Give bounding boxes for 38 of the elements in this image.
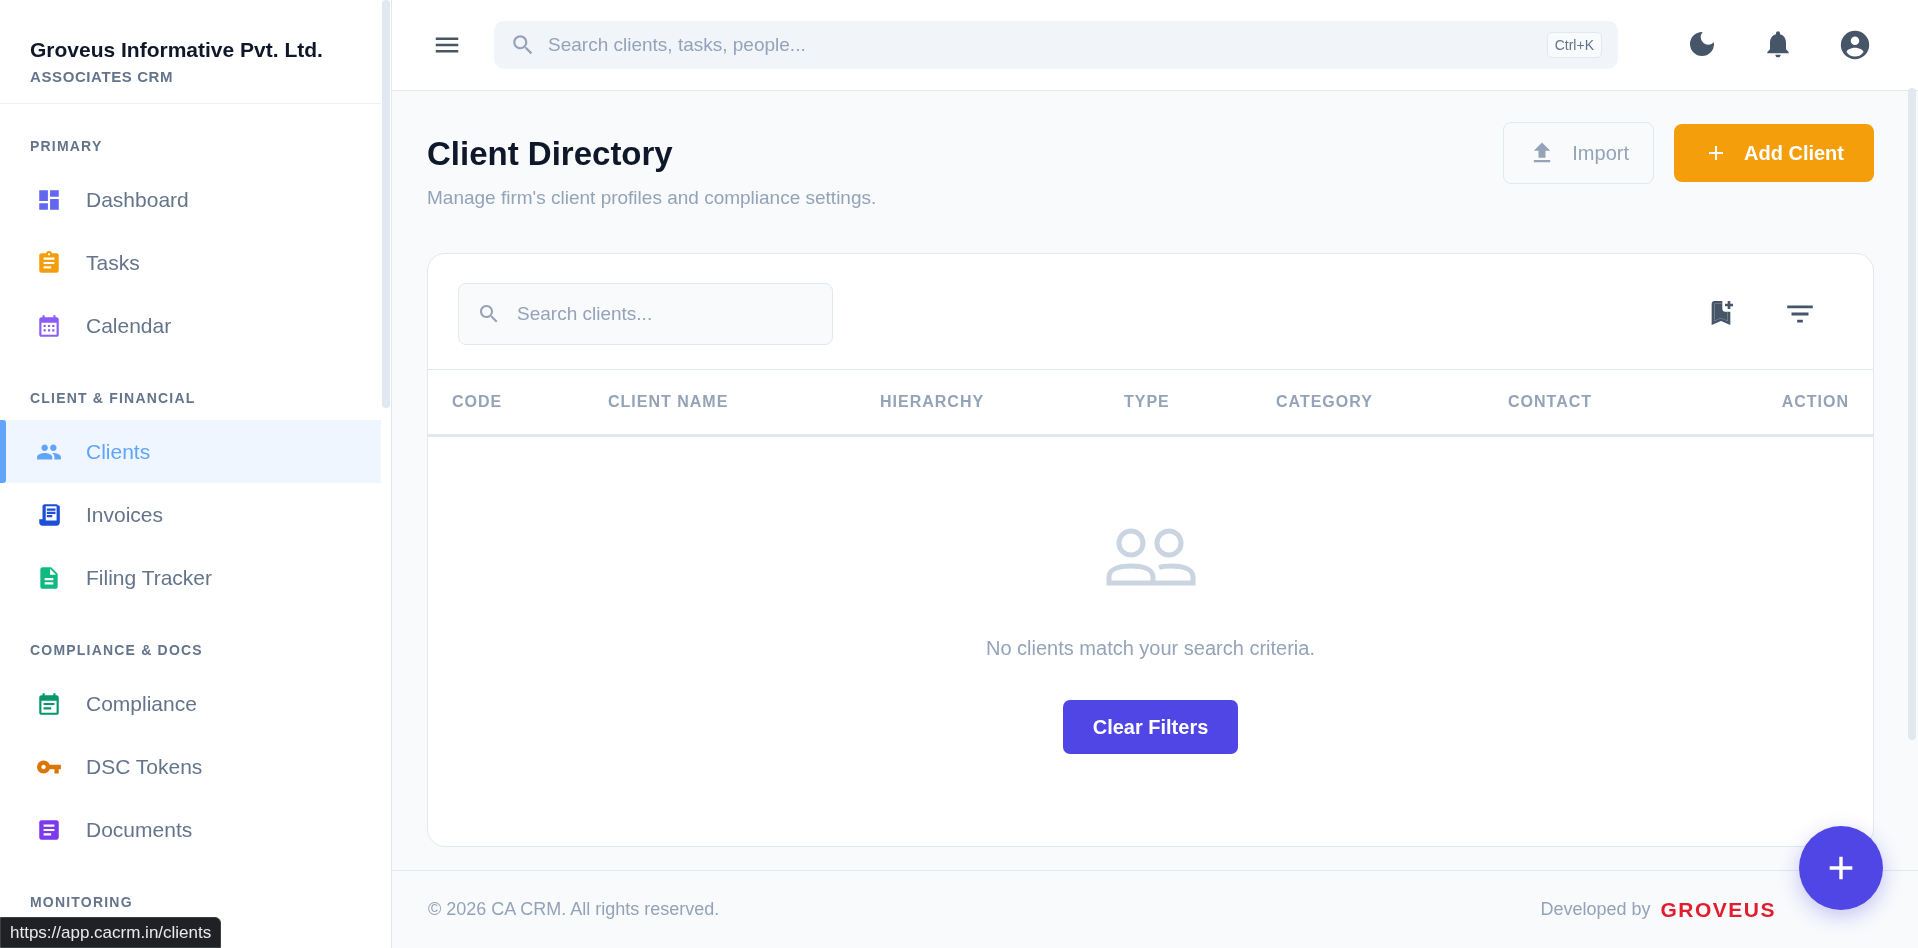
nav-item[interactable]: DSC Tokens <box>0 735 381 798</box>
section-label: MONITORING <box>29 893 134 912</box>
column-header: CLIENT NAME <box>608 393 730 411</box>
link-status-url: https://app.cacrm.in/clients <box>0 917 222 948</box>
page-subtitle: Manage firm's client profiles and compliance settings. <box>427 187 877 209</box>
search-field[interactable]: Search clients, tasks, people... Ctrl+K <box>494 21 1618 69</box>
nav-item[interactable]: Filing Tracker <box>0 546 381 609</box>
clear-filters-button[interactable]: Clear Filters <box>1062 700 1239 754</box>
search-field[interactable]: Search clients... <box>458 283 833 345</box>
company-name: Groveus Informative Pvt. Ltd. <box>30 38 324 62</box>
section-label: CLIENT & FINANCIAL <box>29 389 197 408</box>
nav-item[interactable]: Calendar <box>0 294 381 357</box>
copyright-text: © 2026 CA CRM. All rights reserved. <box>428 899 720 920</box>
empty-message: No clients match your search criteria. <box>986 637 1315 660</box>
column-header: CODE <box>452 393 504 411</box>
account-icon[interactable] <box>1838 28 1872 62</box>
page-title: Client Directory <box>427 135 674 173</box>
column-header: HIERARCHY <box>880 393 986 411</box>
nav-item[interactable]: Compliance <box>0 672 381 735</box>
column-header: TYPE <box>1124 393 1171 411</box>
nav-item[interactable]: Invoices <box>0 483 381 546</box>
scrollbar[interactable] <box>382 0 390 408</box>
credit-text: Developed by <box>1540 899 1651 920</box>
column-header: ACTION <box>1780 393 1849 411</box>
section-label: PRIMARY <box>29 137 104 156</box>
app-subtitle: ASSOCIATES CRM <box>30 68 175 85</box>
add-fab-button[interactable] <box>1799 826 1883 910</box>
nav-item[interactable]: Dashboard <box>0 168 381 231</box>
shortcut-hint: Ctrl+K <box>1546 32 1602 58</box>
column-header: CONTACT <box>1508 393 1594 411</box>
import-button[interactable]: Import <box>1503 122 1654 184</box>
brand-logo: GROVEUS <box>1660 897 1776 922</box>
scrollbar[interactable] <box>1908 88 1916 740</box>
column-header: CATEGORY <box>1276 393 1374 411</box>
nav-item[interactable]: Tasks <box>0 231 381 294</box>
people-icon <box>1104 527 1197 587</box>
section-label: COMPLIANCE & DOCS <box>29 641 204 660</box>
nav-item[interactable]: Documents <box>0 798 381 861</box>
